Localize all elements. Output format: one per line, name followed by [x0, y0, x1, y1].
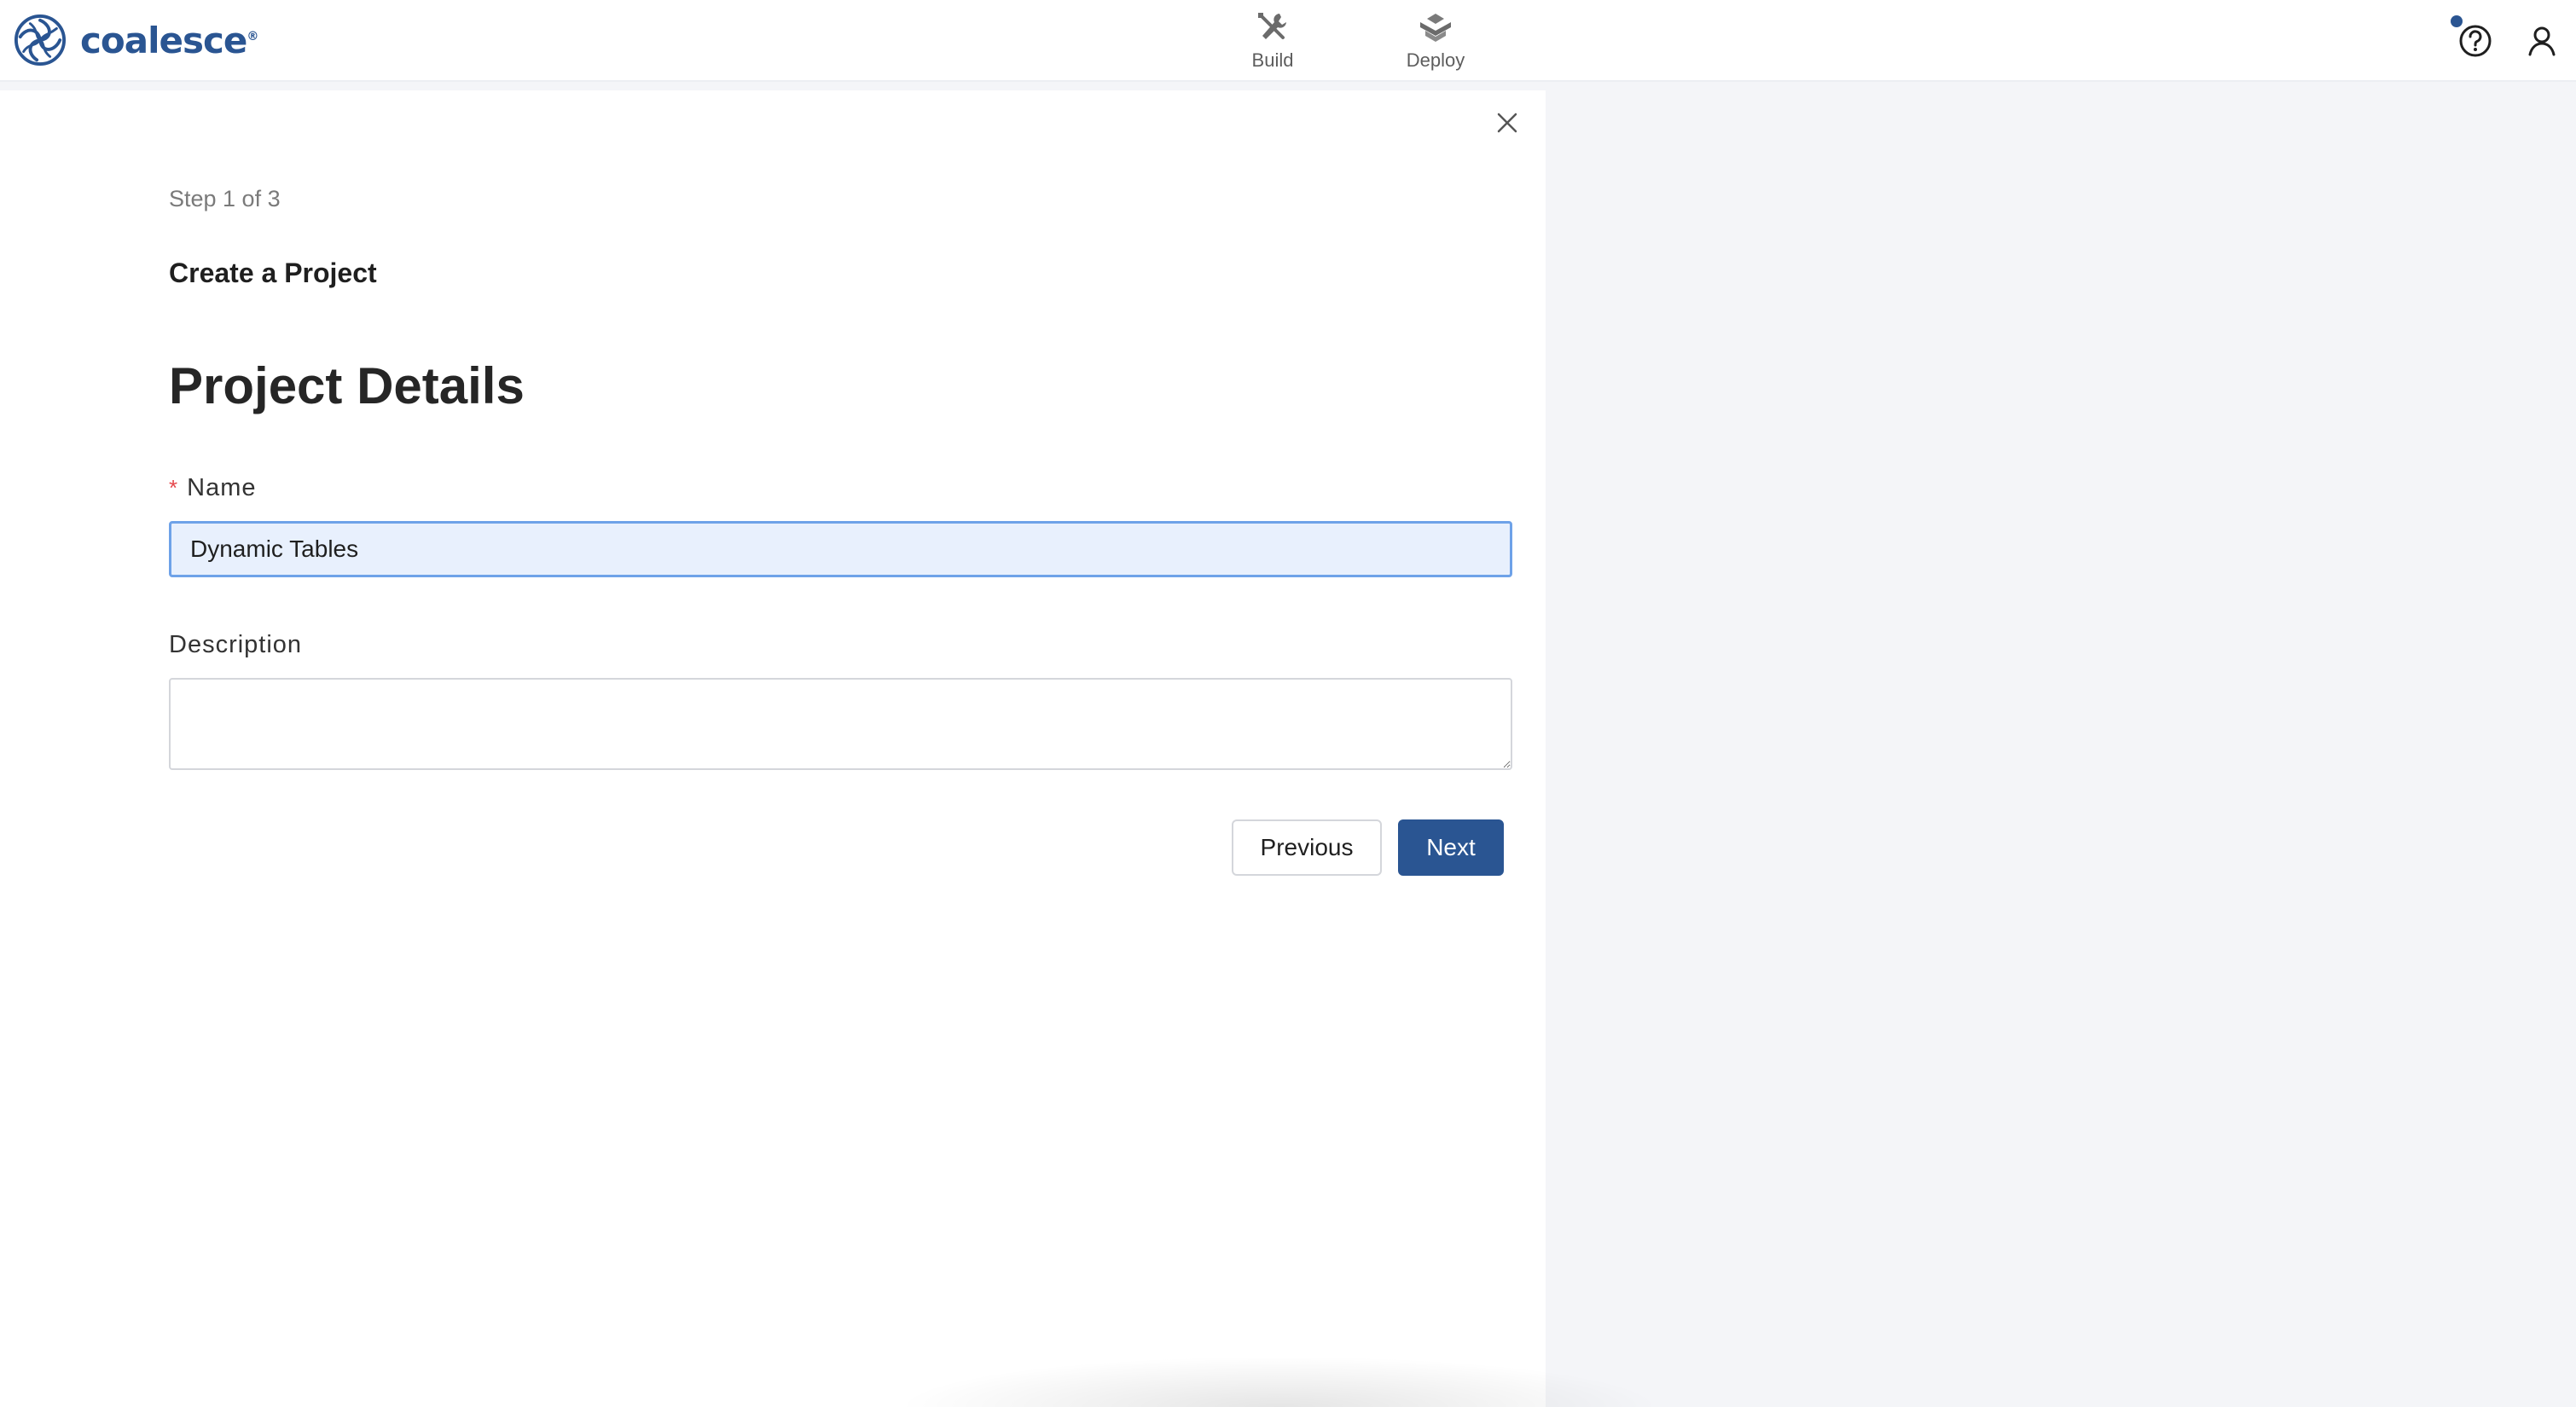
nav-deploy-label: Deploy	[1406, 49, 1465, 71]
top-bar: coalesce® Build Deploy	[0, 0, 2576, 82]
close-icon[interactable]	[1492, 107, 1523, 138]
brand-logo[interactable]: coalesce®	[14, 14, 258, 67]
deploy-icon	[1420, 14, 1451, 42]
section-title: Project Details	[169, 357, 525, 414]
previous-button[interactable]: Previous	[1232, 819, 1382, 876]
step-indicator: Step 1 of 3	[169, 186, 281, 211]
registered-mark: ®	[247, 29, 258, 43]
wizard-title: Create a Project	[169, 258, 377, 288]
nav-build-label: Build	[1251, 49, 1294, 71]
name-label-text: Name	[187, 474, 257, 501]
bottom-shadow	[896, 1356, 1663, 1407]
name-input[interactable]	[169, 521, 1512, 577]
description-textarea[interactable]	[169, 678, 1512, 770]
help-circle-icon[interactable]	[2457, 22, 2494, 60]
brand-name: coalesce®	[80, 19, 258, 61]
nav-build[interactable]: Build	[1226, 10, 1320, 75]
next-button[interactable]: Next	[1398, 819, 1504, 876]
description-label: Description	[169, 631, 303, 658]
coalesce-logo-icon	[14, 14, 67, 67]
tools-icon	[1258, 13, 1286, 39]
user-icon[interactable]	[2523, 22, 2561, 60]
name-label: * Name	[169, 474, 256, 502]
create-project-panel: Step 1 of 3 Create a Project Project Det…	[0, 90, 1546, 1407]
nav-deploy[interactable]: Deploy	[1389, 10, 1482, 75]
required-mark: *	[169, 475, 179, 501]
